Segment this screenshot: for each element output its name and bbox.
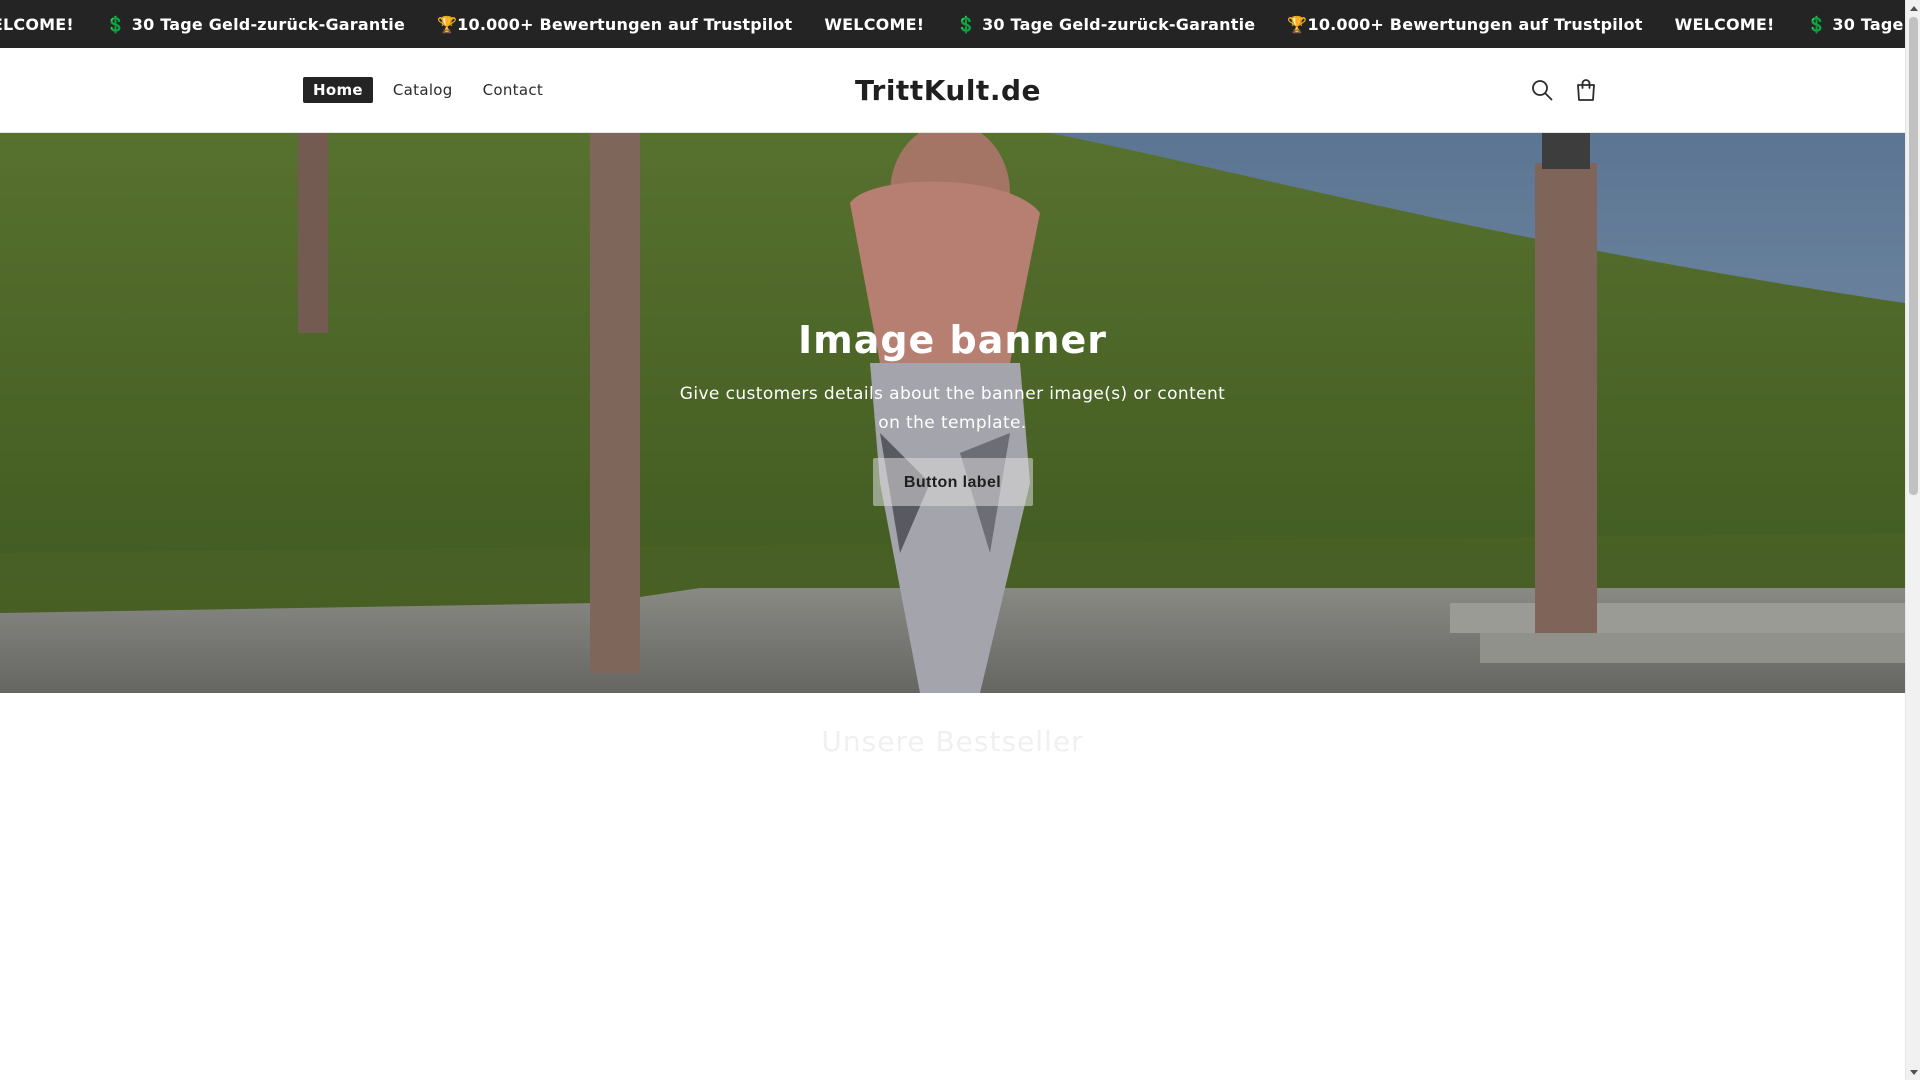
announcement-bar: WELCOME! 💲 30 Tage Geld-zurück-Garantie … [0, 0, 1905, 48]
scrollbar-thumb[interactable] [1909, 17, 1918, 495]
page: WELCOME! 💲 30 Tage Geld-zurück-Garantie … [0, 0, 1920, 1080]
search-icon[interactable] [1530, 78, 1554, 102]
announcement-item: 🏆10.000+ Bewertungen auf Trustpilot [1287, 14, 1643, 34]
main-nav: Home Catalog Contact [303, 48, 553, 132]
banner-title: Image banner [797, 318, 1108, 362]
announcement-track: WELCOME! 💲 30 Tage Geld-zurück-Garantie … [0, 0, 1905, 48]
announcement-item: 💲 30 Tage Geld-zurück-Garantie [1806, 14, 1905, 34]
header-icons [1530, 48, 1598, 132]
banner-button[interactable]: Button label [872, 458, 1033, 506]
announcement-item: 💲 30 Tage Geld-zurück-Garantie [956, 14, 1256, 34]
page-scrollbar[interactable] [1905, 0, 1920, 1080]
scroll-down-icon[interactable] [1906, 1065, 1920, 1080]
nav-item-catalog[interactable]: Catalog [383, 77, 463, 103]
announcement-item: 🏆10.000+ Bewertungen auf Trustpilot [437, 14, 793, 34]
cart-icon[interactable] [1574, 78, 1598, 102]
nav-item-home[interactable]: Home [303, 77, 373, 103]
announcement-item: 💲 30 Tage Geld-zurück-Garantie [105, 14, 406, 34]
site-header: Home Catalog Contact TrittKult.de [0, 48, 1905, 133]
bestsellers-title: Unsere Bestseller [821, 725, 1084, 758]
banner-subtitle: Give customers details about the banner … [679, 384, 1226, 433]
page-content: WELCOME! 💲 30 Tage Geld-zurück-Garantie … [0, 0, 1905, 1080]
announcement-item: WELCOME! [824, 14, 925, 34]
scroll-up-icon[interactable] [1906, 0, 1920, 15]
banner-content: Image banner Give customers details abou… [0, 318, 1905, 506]
site-logo[interactable]: TrittKult.de [800, 48, 1096, 132]
nav-item-contact[interactable]: Contact [473, 77, 553, 103]
announcement-item: WELCOME! [1674, 14, 1775, 34]
image-banner: Image banner Give customers details abou… [0, 133, 1905, 693]
announcement-item: WELCOME! [0, 14, 74, 34]
